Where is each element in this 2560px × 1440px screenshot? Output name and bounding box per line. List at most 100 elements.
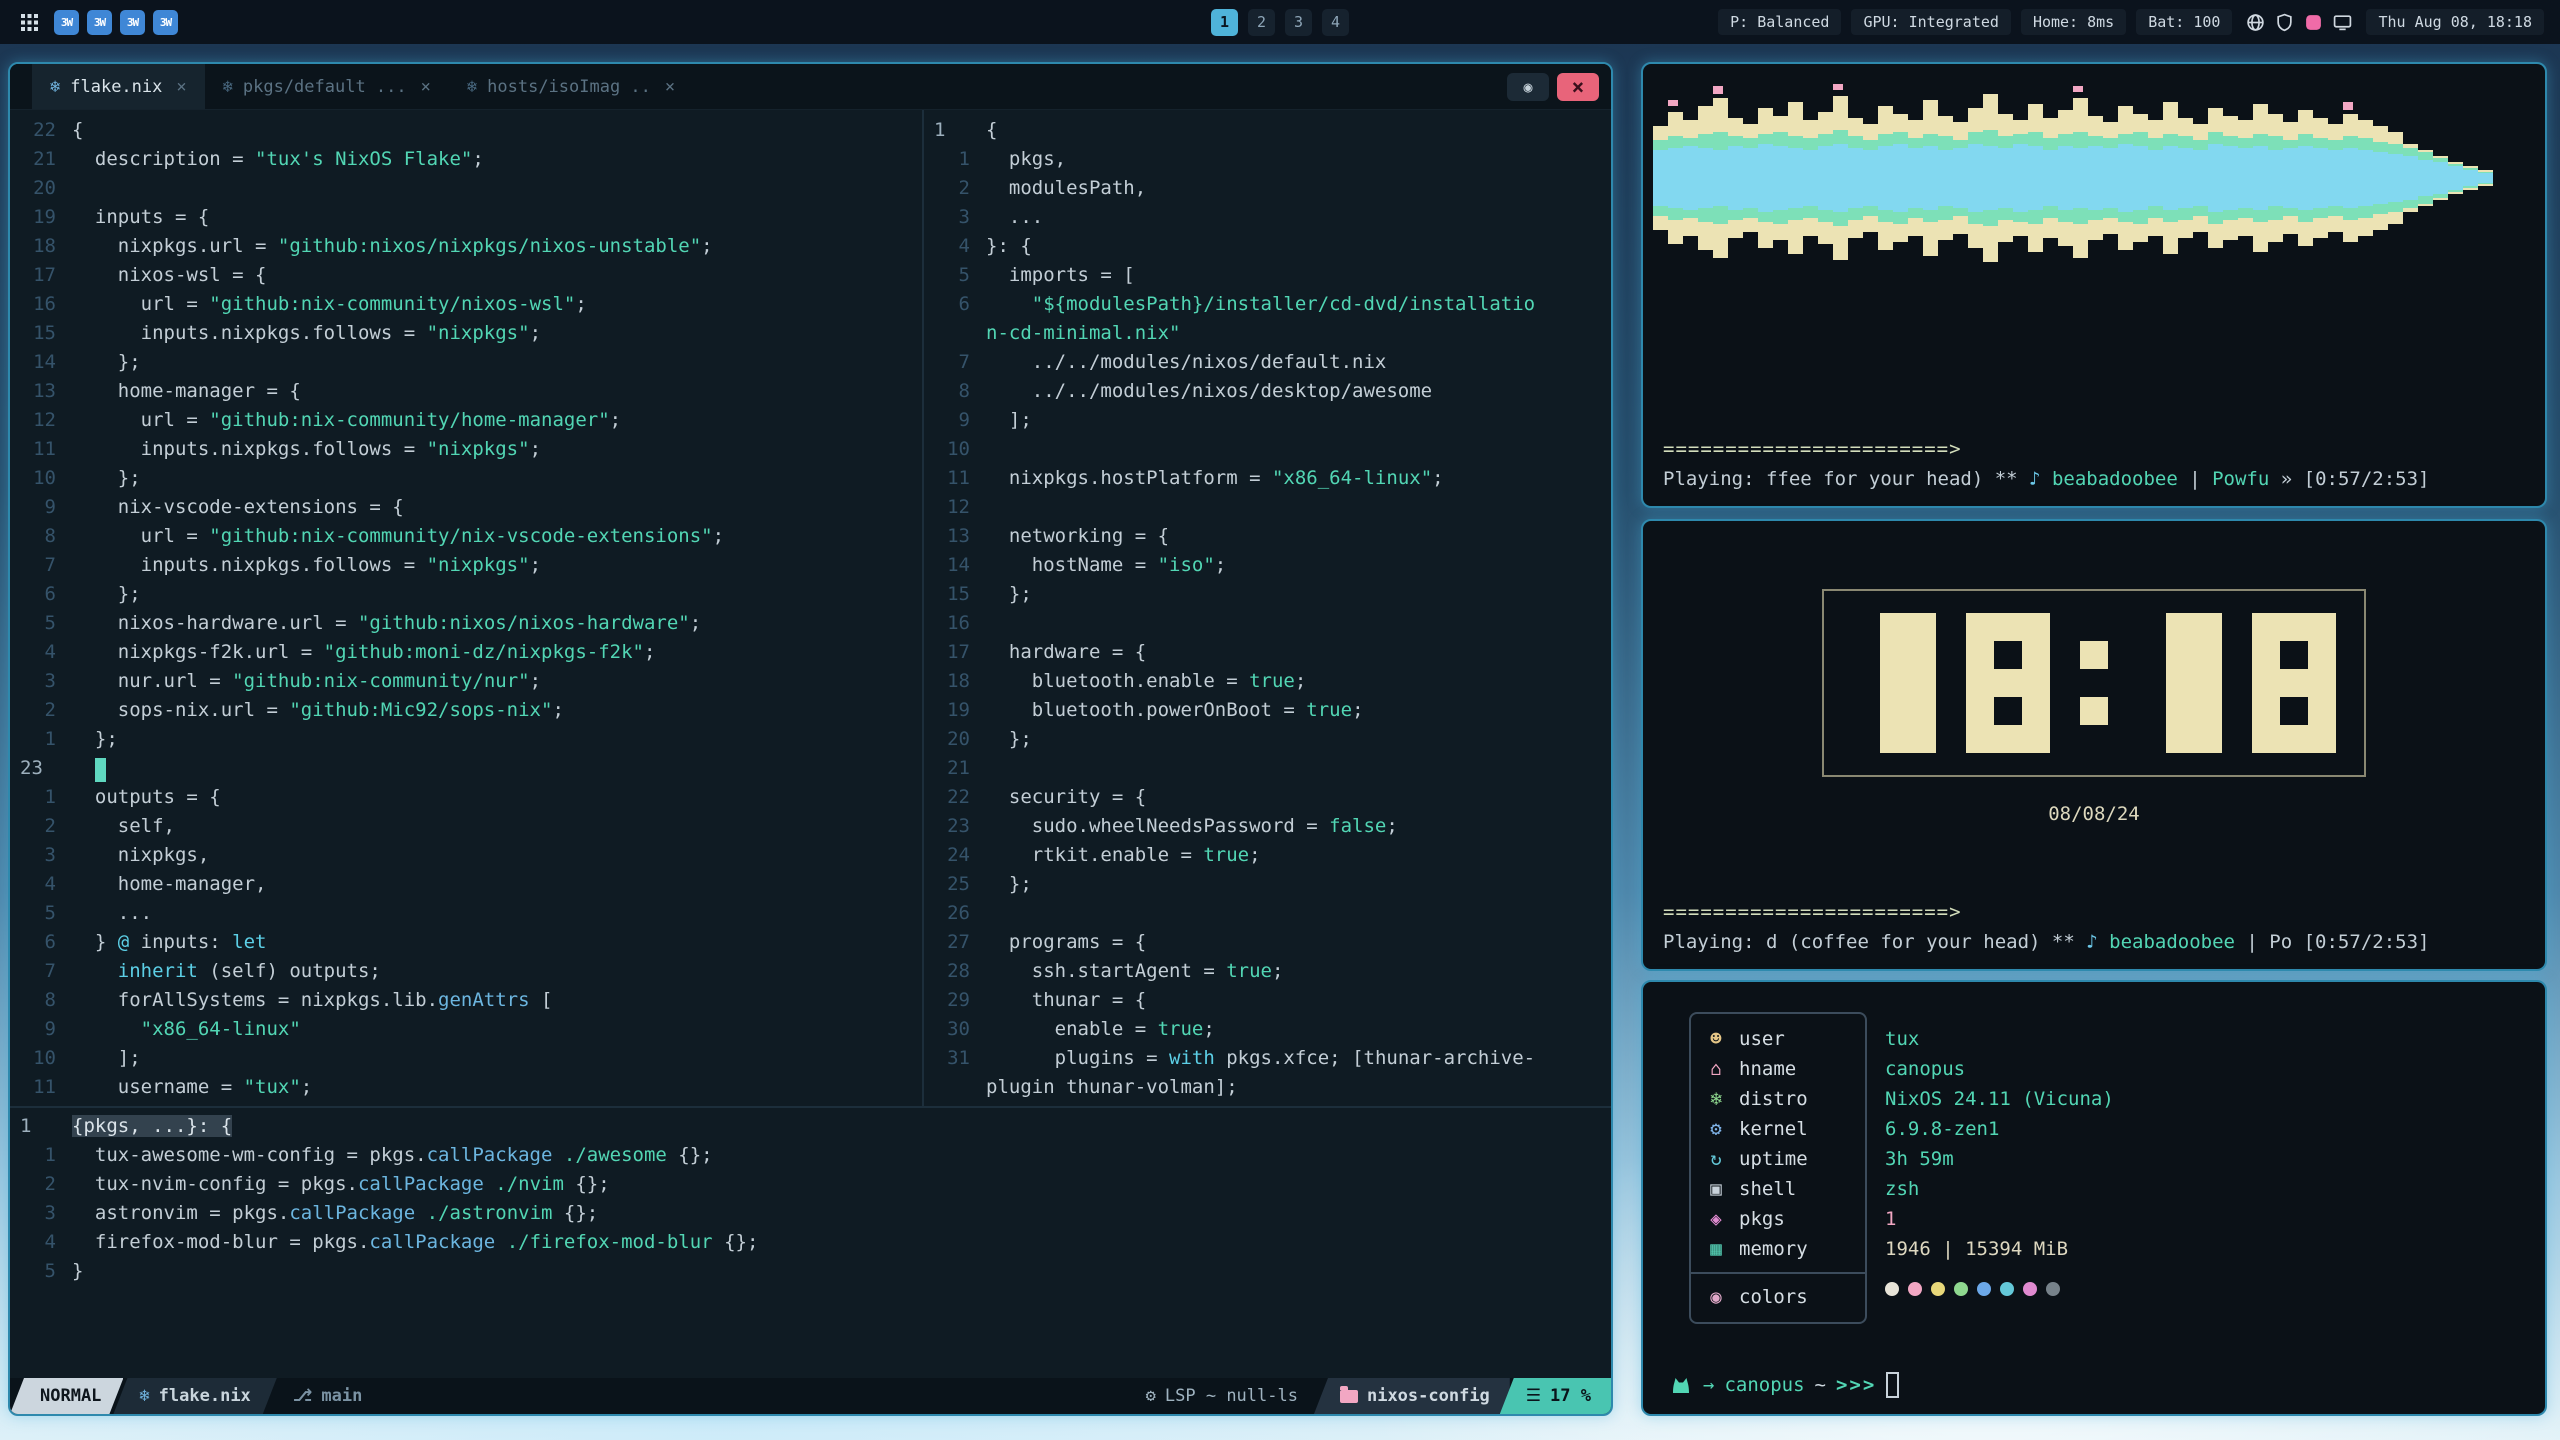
terminal-cursor [1886,1372,1899,1398]
code-line: 11 username = "tux"; [10,1073,922,1102]
visualizer-bar [2448,78,2463,278]
project-indicator: nixos-config [1314,1378,1510,1414]
code-line: 20 }; [924,725,1611,754]
visualizer-bar [1788,78,1803,278]
visualizer-bar [2133,78,2148,278]
network-icon[interactable] [2246,13,2265,32]
status-item: Bat: 100 [2136,9,2232,35]
code-line: 3 nixpkgs, [10,841,922,870]
neovim-window[interactable]: ❄flake.nix×❄pkgs/default ...×❄hosts/isoI… [8,62,1613,1416]
shell-prompt[interactable]: → canopus ~ >>> [1669,1372,1899,1398]
prompt-path: ~ [1815,1374,1826,1396]
project-name: nixos-config [1367,1378,1490,1414]
code-line: 1 tux-awesome-wm-config = pkgs.callPacka… [10,1141,1611,1170]
bar-clock[interactable]: Thu Aug 08, 18:18 [2366,9,2544,35]
lsp-label: LSP ~ null-ls [1165,1378,1298,1414]
code-line: 19 bluetooth.powerOnBoot = true; [924,696,1611,725]
visualizer-bar [1893,78,1908,278]
prompt-arrow: → [1703,1374,1714,1396]
visualizer-bar [1818,78,1833,278]
distro-icon: ❄ [1705,1088,1727,1110]
fetch-value: 1 [1885,1204,2114,1234]
visualizer-bar [1653,78,1668,278]
visualizer-bar [2388,78,2403,278]
visualizer-bar [2328,78,2343,278]
tab-close-icon[interactable]: × [176,77,186,97]
visualizer-bar [2073,78,2088,278]
visualizer-bar [1728,78,1743,278]
editor-pane-flake[interactable]: 22{21 description = "tux's NixOS Flake";… [10,110,922,1106]
code-line: 8 forAllSystems = nixpkgs.lib.genAttrs [ [10,986,922,1015]
tab-close-icon[interactable]: × [665,77,675,97]
scroll-percent: ☰ 17 % [1500,1378,1611,1414]
color-app-icon[interactable] [2304,13,2323,32]
tray-badge[interactable]: 3W [87,10,112,35]
code-line: 2 sops-nix.url = "github:Mic92/sops-nix"… [10,696,922,725]
fetch-row: ❄distro [1691,1084,1865,1114]
code-line: 29 thunar = { [924,986,1611,1015]
visualizer-bar [2148,78,2163,278]
tab-close-icon[interactable]: × [421,77,431,97]
fetch-values: tuxcanopusNixOS 24.11 (Vicuna)6.9.8-zen1… [1885,1024,2114,1264]
code-line: 23 sudo.wheelNeedsPassword = false; [924,812,1611,841]
workspace-tag-2[interactable]: 2 [1248,9,1275,36]
code-line: 6 "${modulesPath}/installer/cd-dvd/insta… [924,290,1611,319]
color-dot [2046,1282,2060,1296]
code-line: 4 nixpkgs-f2k.url = "github:moni-dz/nixp… [10,638,922,667]
code-line: 3 ... [924,203,1611,232]
prompt-host: canopus [1724,1374,1804,1396]
code-line: 1 pkgs, [924,145,1611,174]
code-line: 16 [924,609,1611,638]
app-launcher-icon[interactable] [16,9,42,35]
fetch-value: 6.9.8-zen1 [1885,1114,2114,1144]
percent-value: 17 % [1550,1378,1591,1414]
git-branch-icon: ⎇ [293,1378,313,1414]
fetch-label: kernel [1739,1118,1808,1140]
tray-badge[interactable]: 3W [153,10,178,35]
code-line: 14 }; [10,348,922,377]
code-line: 20 [10,174,922,203]
editor-tab[interactable]: ❄flake.nix× [32,64,205,109]
shield-icon[interactable] [2275,13,2294,32]
toggle-button[interactable]: ◉ [1507,73,1549,101]
fetch-terminal[interactable]: ☻user⌂hname❄distro⚙kernel↻uptime▣shell◈p… [1641,980,2547,1416]
fetch-label: pkgs [1739,1208,1785,1230]
color-dot [1977,1282,1991,1296]
visualizer-bar [2403,78,2418,278]
fetch-label: user [1739,1028,1785,1050]
visualizer-bar [1968,78,1983,278]
code-line: 28 ssh.startAgent = true; [924,957,1611,986]
editor-pane-iso[interactable]: 1{1 pkgs,2 modulesPath,3 ...4}: {5 impor… [924,110,1611,1106]
workspace-tag-3[interactable]: 3 [1285,9,1312,36]
display-icon[interactable] [2333,13,2352,32]
visualizer-bar [1743,78,1758,278]
fetch-row: ◈pkgs [1691,1204,1865,1234]
tray-badges: 3W 3W 3W 3W [54,10,178,35]
editor-tab[interactable]: ❄hosts/isoImag ..× [449,64,693,109]
code-line: 22 security = { [924,783,1611,812]
editor-pane-default-nix[interactable]: 1{pkgs, ...}: {1 tux-awesome-wm-config =… [10,1106,1611,1378]
tray-badge[interactable]: 3W [54,10,79,35]
clock-terminal[interactable]: 08/08/24 =======================> Playin… [1641,519,2547,971]
workspace-tag-1[interactable]: 1 [1211,9,1238,36]
visualizer-terminal[interactable]: =======================> Playing: ffee f… [1641,62,2547,508]
visualizer-bar [1923,78,1938,278]
editor-tab[interactable]: ❄pkgs/default ...× [205,64,449,109]
workspace-tag-4[interactable]: 4 [1322,9,1349,36]
fetch-label: memory [1739,1238,1808,1260]
visualizer-bar [1758,78,1773,278]
fetch-label: uptime [1739,1148,1808,1170]
close-button[interactable]: × [1557,73,1599,101]
code-line: 15 }; [924,580,1611,609]
tray-badge[interactable]: 3W [120,10,145,35]
visualizer-bar [2088,78,2103,278]
visualizer-bar [1878,78,1893,278]
visualizer-bar [2298,78,2313,278]
code-line: 1 outputs = { [10,783,922,812]
code-line: 17 hardware = { [924,638,1611,667]
code-line: 7 ../../modules/nixos/default.nix [924,348,1611,377]
color-dot [1885,1282,1899,1296]
code-line: 4 home-manager, [10,870,922,899]
code-line: 5} [10,1257,1611,1286]
color-dot [1908,1282,1922,1296]
